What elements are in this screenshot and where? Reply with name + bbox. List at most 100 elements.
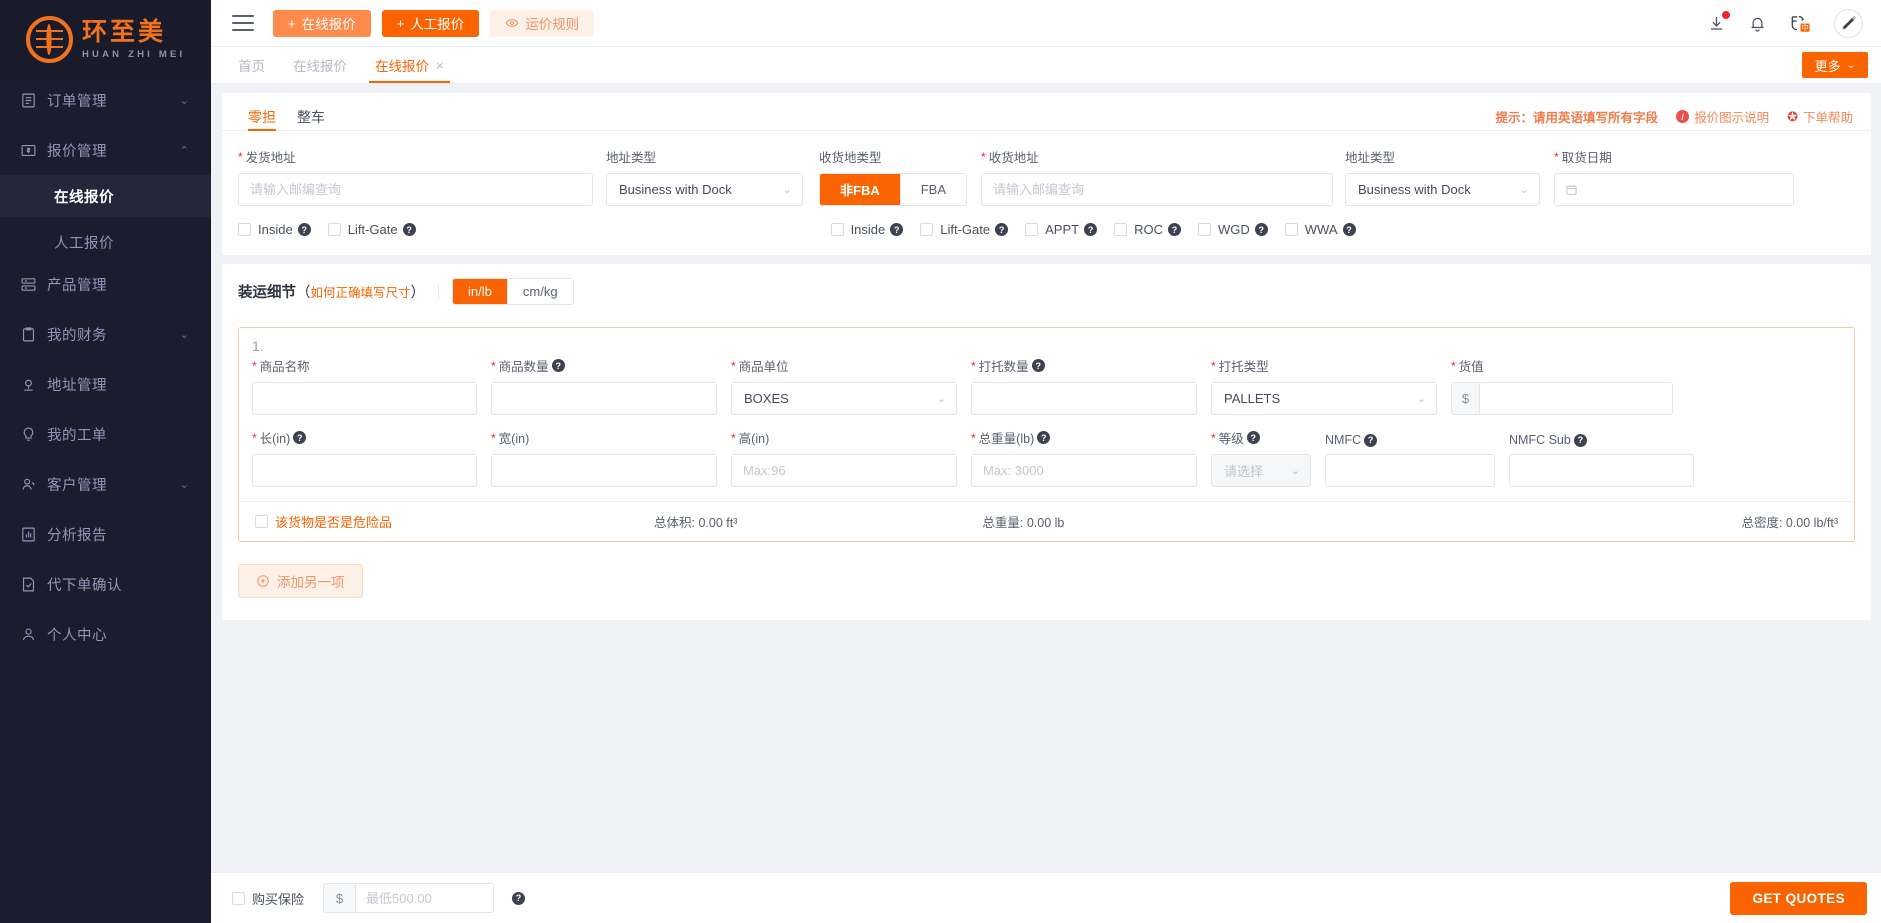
help-icon[interactable]: ? [995, 223, 1008, 236]
tab-online-quote-1[interactable]: 在线报价 [279, 47, 361, 83]
info-circle-icon: i [1676, 110, 1689, 123]
pickup-date-input[interactable] [1554, 173, 1794, 206]
freight-class-select[interactable]: 请选择 ⌄ [1211, 454, 1311, 487]
checkbox-label: Inside [258, 222, 293, 237]
sidebar-item-customers[interactable]: 客户管理 ⌄ [0, 463, 211, 505]
required-marker: * [731, 432, 736, 444]
dest-appt-checkbox[interactable]: APPT [1025, 222, 1079, 237]
height-input[interactable] [731, 454, 957, 487]
dimension-help-link[interactable]: 如何正确填写尺寸 [311, 286, 411, 300]
help-icon[interactable]: ? [1168, 223, 1181, 236]
sidebar-item-proxy-order-confirm[interactable]: 代下单确认 [0, 563, 211, 605]
sidebar-subitem-manual-quote[interactable]: 人工报价 [0, 221, 211, 263]
from-address-type-select[interactable]: Business with Dock ⌄ [606, 173, 803, 206]
checkbox-box [1114, 223, 1127, 236]
sidebar-item-finance[interactable]: 我的财务 ⌄ [0, 313, 211, 355]
ship-to-input[interactable] [981, 173, 1333, 206]
hamburger-icon[interactable] [232, 15, 254, 31]
help-icon[interactable]: ? [293, 431, 306, 444]
help-icon[interactable]: ? [512, 892, 525, 905]
rate-rules-button[interactable]: 运价规则 [490, 10, 594, 37]
item-footer: 该货物是否是危险品 总体积: 0.00 ft³ 总重量: 0.00 lb 总密度… [239, 501, 1854, 541]
item-number: 1. [252, 338, 1841, 354]
brand-logo[interactable]: 环至美 HUAN ZHI MEI [0, 0, 211, 79]
nmfc-input[interactable] [1325, 454, 1495, 487]
sidebar-item-quotes[interactable]: 报价管理 ⌃ [0, 129, 211, 171]
dest-roc-checkbox[interactable]: ROC [1114, 222, 1163, 237]
help-icon[interactable]: ? [1364, 434, 1377, 447]
field-ship-to: * 收货地址 [981, 147, 1333, 206]
total-weight: 总重量: 0.00 lb [982, 512, 1064, 531]
help-icon[interactable]: ? [890, 223, 903, 236]
commodity-unit-select[interactable]: BOXES ⌄ [731, 382, 957, 415]
new-online-quote-button[interactable]: + 在线报价 [273, 10, 371, 37]
help-icon[interactable]: ? [1247, 431, 1260, 444]
dest-wgd-checkbox[interactable]: WGD [1198, 222, 1250, 237]
add-another-item-button[interactable]: 添加另一项 [238, 564, 363, 598]
width-input[interactable] [491, 454, 717, 487]
commodity-qty-input[interactable] [491, 382, 717, 415]
commodity-name-input[interactable] [252, 382, 477, 415]
tab-home[interactable]: 首页 [224, 47, 279, 83]
sidebar-item-orders[interactable]: 订单管理 ⌄ [0, 79, 211, 121]
insurance-checkbox[interactable]: 购买保险 [232, 889, 304, 908]
sidebar-item-tickets[interactable]: 我的工单 [0, 413, 211, 455]
length-input[interactable] [252, 454, 477, 487]
dest-wwa-checkbox[interactable]: WWA [1285, 222, 1338, 237]
new-manual-quote-button[interactable]: + 人工报价 [382, 10, 480, 37]
origin-inside-checkbox[interactable]: Inside [238, 222, 293, 237]
dest-type-option-fba[interactable]: FBA [900, 174, 966, 205]
bell-notification-icon[interactable] [1748, 14, 1767, 33]
unit-option-metric[interactable]: cm/kg [507, 279, 573, 304]
insurance-amount-wrap: $ [323, 883, 494, 913]
help-icon[interactable]: ? [298, 223, 311, 236]
dest-inside-checkbox[interactable]: Inside [831, 222, 886, 237]
help-icon[interactable]: ? [403, 223, 416, 236]
sidebar-item-profile[interactable]: 个人中心 [0, 613, 211, 655]
quote-illustration-link[interactable]: i 报价图示说明 [1676, 107, 1769, 126]
tab-ltl[interactable]: 零担 [248, 103, 276, 130]
help-icon[interactable]: ? [1084, 223, 1097, 236]
language-switch-icon[interactable]: 中 [1789, 13, 1812, 34]
dest-liftgate-checkbox[interactable]: Lift-Gate [920, 222, 990, 237]
sidebar-item-addresses[interactable]: 地址管理 [0, 363, 211, 405]
help-icon[interactable]: ? [1032, 359, 1045, 372]
get-quotes-button[interactable]: GET QUOTES [1730, 882, 1867, 915]
hazmat-checkbox[interactable]: 该货物是否是危险品 [255, 512, 392, 531]
total-weight-input[interactable] [971, 454, 1197, 487]
ship-from-input[interactable] [238, 173, 593, 206]
unit-option-imperial[interactable]: in/lb [453, 279, 507, 304]
close-icon[interactable]: × [436, 58, 444, 73]
nmfc-sub-input[interactable] [1509, 454, 1694, 487]
help-icon[interactable]: ? [1037, 431, 1050, 444]
pallet-qty-input[interactable] [971, 382, 1197, 415]
order-help-link[interactable]: ✪ 下单帮助 [1787, 107, 1853, 126]
help-icon[interactable]: ? [1343, 223, 1356, 236]
required-marker: * [981, 151, 986, 163]
sidebar-subitem-online-quote[interactable]: 在线报价 [0, 175, 211, 217]
sidebar-item-label: 产品管理 [47, 274, 189, 295]
avatar[interactable] [1834, 9, 1863, 38]
tab-ftl[interactable]: 整车 [297, 103, 325, 130]
help-icon[interactable]: ? [1255, 223, 1268, 236]
help-icon[interactable]: ? [552, 359, 565, 372]
to-address-type-select[interactable]: Business with Dock ⌄ [1345, 173, 1540, 206]
dest-type-option-non-fba[interactable]: 非FBA [820, 174, 900, 205]
insurance-amount-input[interactable] [356, 884, 493, 912]
hint-bar: 提示：请用英语填写所有字段 i 报价图示说明 ✪ 下单帮助 [1496, 107, 1853, 126]
brand-name-cn: 环至美 [82, 20, 185, 45]
field-label: * 商品数量 ? [491, 356, 717, 375]
download-icon[interactable] [1707, 14, 1726, 33]
button-label: 添加另一项 [277, 571, 345, 591]
field-commodity-name: * 商品名称 [252, 356, 491, 415]
declared-value-input[interactable] [1480, 383, 1672, 414]
more-button[interactable]: 更多 ⌄ [1802, 52, 1868, 78]
sidebar-item-reports[interactable]: 分析报告 [0, 513, 211, 555]
sidebar-item-products[interactable]: 产品管理 [0, 263, 211, 305]
pallet-type-select[interactable]: PALLETS ⌄ [1211, 382, 1437, 415]
origin-liftgate-checkbox[interactable]: Lift-Gate [328, 222, 398, 237]
sidebar-item-label: 我的财务 [47, 324, 180, 345]
tab-online-quote-active[interactable]: 在线报价 × [361, 47, 458, 83]
help-icon[interactable]: ? [1574, 434, 1587, 447]
sidebar-item-label: 个人中心 [47, 624, 189, 645]
